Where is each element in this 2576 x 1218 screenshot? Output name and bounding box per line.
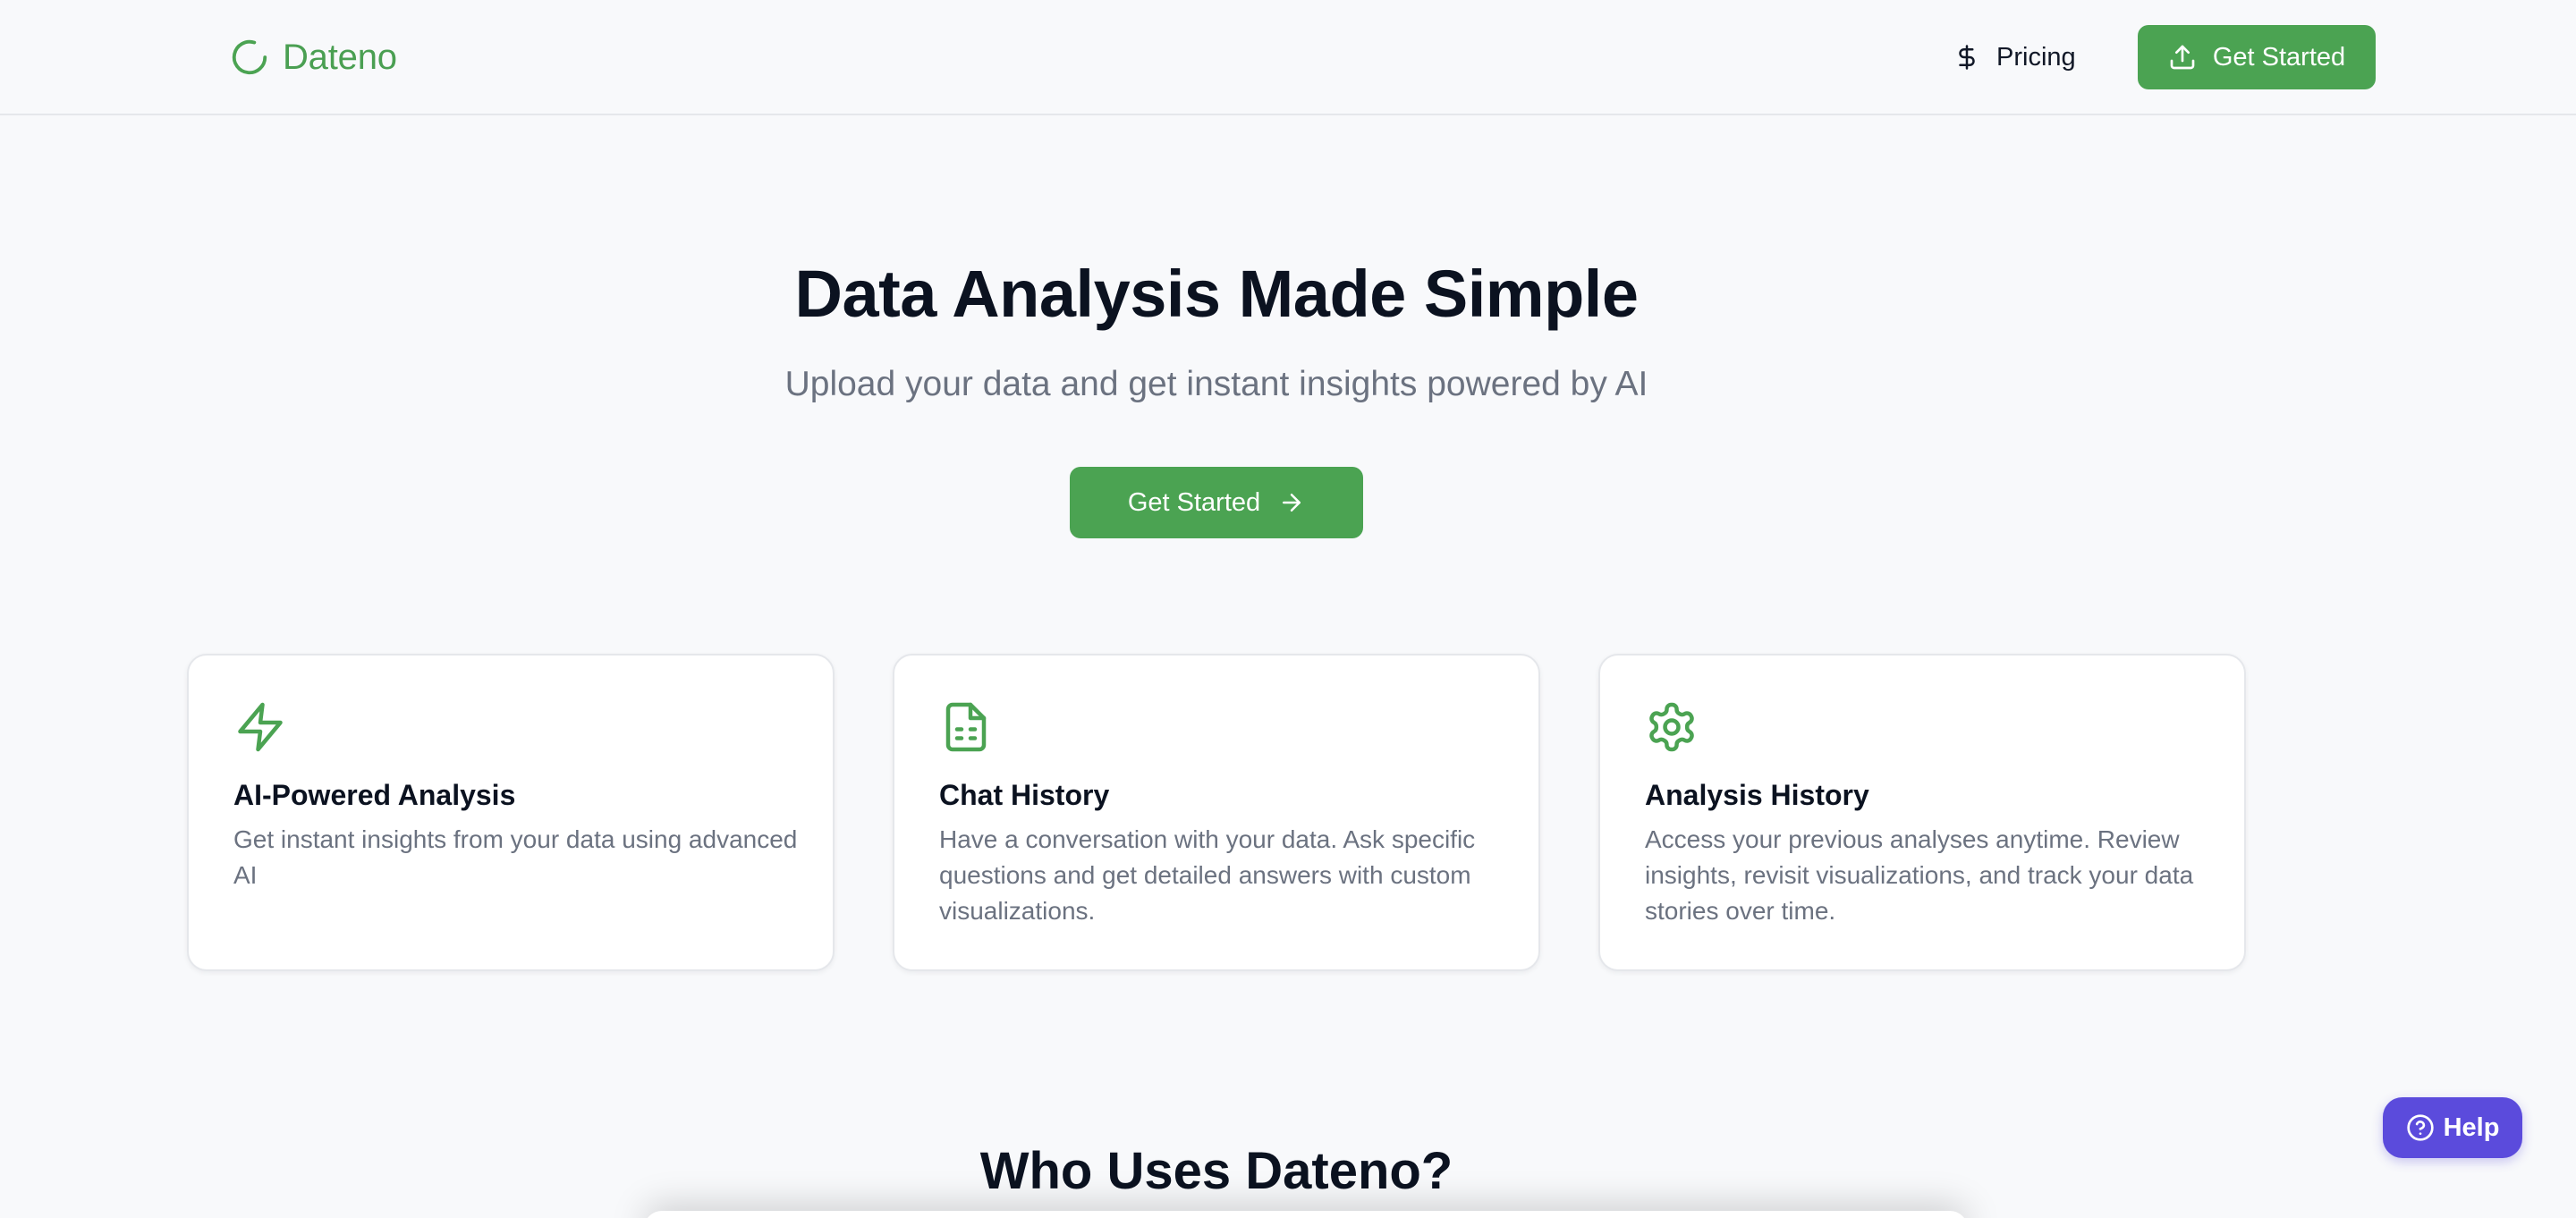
feature-description: Have a conversation with your data. Ask … — [939, 825, 1476, 925]
upload-icon — [2170, 45, 2195, 70]
help-button[interactable]: Help — [2383, 1097, 2522, 1158]
who-uses-title: Who Uses Dateno? — [979, 1142, 1453, 1200]
feature-title: Analysis History — [1645, 779, 1869, 811]
feature-description: Access your previous analyses anytime. R… — [1645, 825, 2194, 925]
arrow-right-icon — [1283, 494, 1301, 512]
file-text-icon — [945, 702, 987, 752]
hero-get-started-button[interactable]: Get Started — [1070, 467, 1363, 538]
hero-get-started-label: Get Started — [1127, 487, 1261, 517]
feature-description: Get instant insights from your data usin… — [233, 825, 798, 889]
dollar-sign-icon — [1959, 45, 1975, 70]
feature-title: Chat History — [939, 779, 1110, 811]
zap-icon — [238, 702, 283, 752]
header-get-started-label: Get Started — [2212, 42, 2346, 72]
feature-card-ai-analysis: AI-Powered Analysis Get instant insights… — [187, 654, 835, 971]
settings-icon — [1649, 702, 1694, 752]
site-header: Dateno Pricing Get Started — [0, 0, 2576, 115]
landing-page: Dateno Pricing Get Started Data Analysis… — [0, 0, 2576, 1218]
feature-card-analysis-history: Analysis History Access your previous an… — [1598, 654, 2246, 971]
feature-title: AI-Powered Analysis — [233, 779, 516, 811]
feature-card-chat-history: Chat History Have a conversation with yo… — [893, 654, 1540, 971]
help-circle-icon — [2406, 1114, 2434, 1141]
nav-pricing-link[interactable]: Pricing — [1953, 32, 2076, 82]
hero-title: Data Analysis Made Simple — [794, 257, 1640, 331]
help-label: Help — [2443, 1112, 2500, 1142]
who-uses-panel — [644, 1211, 1968, 1218]
hero-subtitle: Upload your data and get instant insight… — [784, 365, 1648, 403]
loader-circle-icon — [232, 39, 267, 75]
nav-pricing-label: Pricing — [1996, 42, 2076, 72]
brand-name: Dateno — [283, 37, 397, 77]
header-get-started-button[interactable]: Get Started — [2138, 25, 2376, 89]
brand-logo[interactable]: Dateno — [229, 34, 397, 80]
